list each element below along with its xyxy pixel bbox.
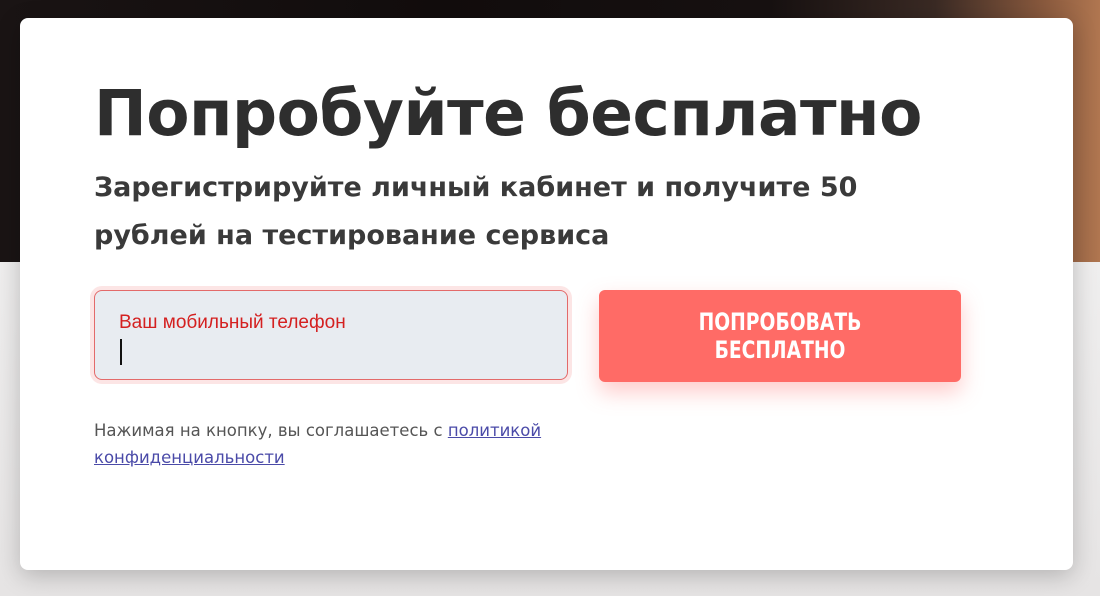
phone-input[interactable] xyxy=(119,337,539,367)
page-subtitle: Зарегистрируйте личный кабинет и получит… xyxy=(94,172,858,251)
consent-note: Нажимая на кнопку, вы соглашаетесь с пол… xyxy=(94,417,614,471)
phone-field[interactable]: Ваш мобильный телефон xyxy=(94,290,568,380)
page-title: Попробуйте бесплатно xyxy=(94,77,922,150)
text-cursor xyxy=(120,339,122,365)
try-free-button-label: ПОПРОБОВАТЬ БЕСПЛАТНО xyxy=(698,308,862,364)
phone-field-label: Ваш мобильный телефон xyxy=(119,312,346,333)
signup-card: Попробуйте бесплатно Зарегистрируйте лич… xyxy=(20,18,1073,570)
try-free-button[interactable]: ПОПРОБОВАТЬ БЕСПЛАТНО xyxy=(599,290,961,382)
consent-text: Нажимая на кнопку, вы соглашаетесь с xyxy=(94,421,448,440)
